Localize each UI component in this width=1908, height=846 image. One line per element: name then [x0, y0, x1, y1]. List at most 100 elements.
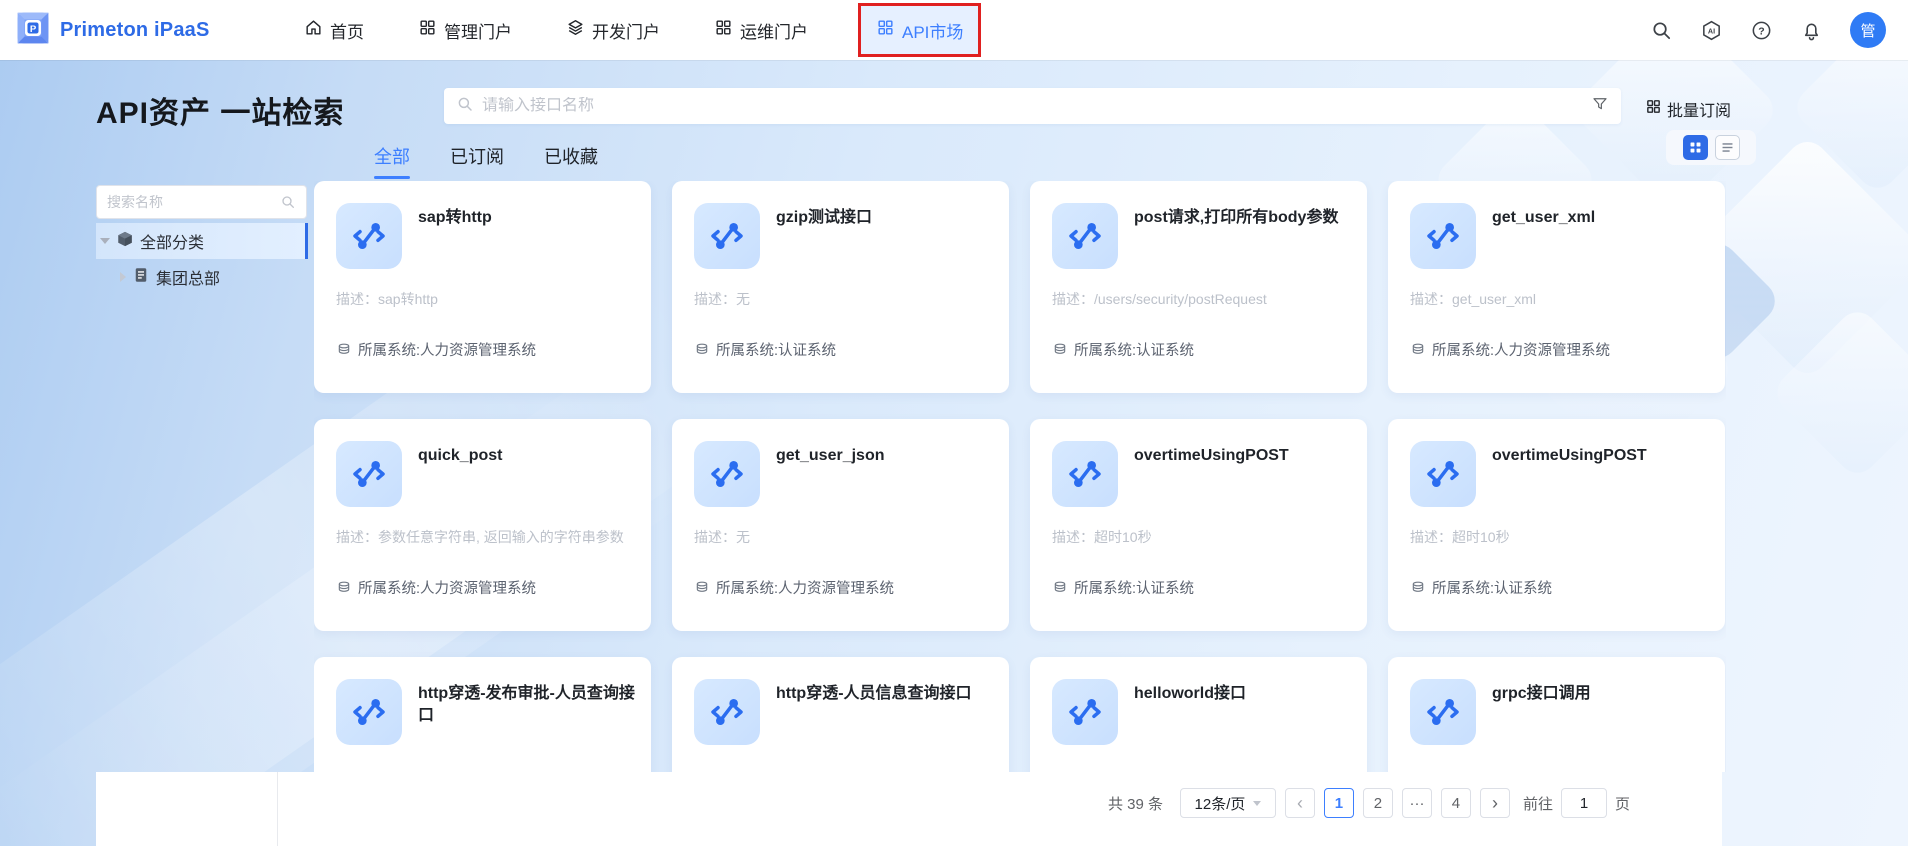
- sidebar-search-input[interactable]: [107, 194, 280, 210]
- bottom-bar: 共 39 条 12条/页 ‹ 1 2 ··· 4 › 前往 页: [96, 772, 1722, 846]
- api-card[interactable]: post请求,打印所有body参数 描述：/users/security/pos…: [1030, 181, 1367, 393]
- prev-page-button[interactable]: ‹: [1284, 788, 1315, 818]
- api-card-title: get_user_json: [776, 447, 885, 464]
- database-icon: [1054, 581, 1066, 592]
- api-card-description: 描述：/users/security/postRequest: [1052, 291, 1267, 307]
- api-card[interactable]: gzip测试接口 描述：无 所属系统:认证系统: [672, 181, 1009, 393]
- next-page-button[interactable]: ›: [1479, 788, 1510, 818]
- page-title: API资产 一站检索: [96, 97, 345, 130]
- api-card-system-label: 所属系统:认证系统: [1074, 581, 1195, 597]
- goto-page-input[interactable]: [1560, 788, 1607, 818]
- api-card-grid: sap转http 描述：sap转http 所属系统:人力资源管理系统 gzip测…: [314, 181, 1726, 772]
- page-button-1[interactable]: 1: [1323, 788, 1354, 818]
- api-card-system-label: 所属系统:认证系统: [1432, 581, 1553, 597]
- batch-subscribe-label: 批量订阅: [1667, 103, 1732, 120]
- pagination: 共 39 条 12条/页 ‹ 1 2 ··· 4 › 前往 页: [1108, 788, 1630, 818]
- user-avatar[interactable]: 管: [1850, 12, 1886, 48]
- caret-down-icon[interactable]: [100, 238, 110, 244]
- goto-unit: 页: [1614, 795, 1630, 813]
- api-icon: [336, 203, 402, 269]
- page-button-2[interactable]: 2: [1362, 788, 1393, 818]
- api-card-system: 所属系统:人力资源管理系统: [336, 339, 637, 360]
- brand-logo: P Primeton iPaaS: [0, 11, 280, 50]
- filter-funnel-icon[interactable]: [1591, 95, 1609, 118]
- card-view-icon[interactable]: [1682, 135, 1708, 160]
- api-card-title: post请求,打印所有body参数: [1134, 209, 1339, 226]
- api-card-system-label: 所属系统:认证系统: [1074, 343, 1195, 359]
- api-card[interactable]: get_user_xml 描述：get_user_xml 所属系统:人力资源管理…: [1388, 181, 1725, 393]
- help-icon[interactable]: ?: [1750, 19, 1773, 42]
- api-card-title: grpc接口调用: [1492, 685, 1591, 702]
- batch-subscribe-button[interactable]: 批量订阅: [1645, 97, 1731, 121]
- database-icon: [1412, 343, 1424, 354]
- api-card-title: gzip测试接口: [776, 209, 872, 226]
- api-card-system-label: 所属系统:人力资源管理系统: [1432, 343, 1611, 359]
- category-tree: 全部分类 集团总部: [96, 223, 308, 295]
- nav-item-label: 开发门户: [592, 22, 660, 42]
- page-button-4[interactable]: 4: [1440, 788, 1471, 818]
- api-card-description: 描述：get_user_xml: [1410, 291, 1537, 307]
- api-card-title: helloworld接口: [1134, 685, 1247, 702]
- api-card[interactable]: sap转http 描述：sap转http 所属系统:人力资源管理系统: [314, 181, 651, 393]
- api-icon: [1052, 679, 1118, 745]
- nav-item-api-market[interactable]: API市场: [858, 3, 982, 57]
- api-icon: [336, 441, 402, 507]
- api-card[interactable]: helloworld接口: [1030, 657, 1367, 772]
- ai-assistant-icon[interactable]: AI: [1700, 19, 1723, 42]
- page-ellipsis[interactable]: ···: [1401, 788, 1432, 818]
- top-nav: P Primeton iPaaS 首页 管理门户 开发门户 运维门户 API市场…: [0, 0, 1908, 60]
- notification-bell-icon[interactable]: [1800, 19, 1823, 42]
- tree-node-all-categories[interactable]: 全部分类: [96, 223, 308, 259]
- nav-item-label: 首页: [330, 22, 364, 42]
- app-grid-icon: [418, 18, 437, 42]
- api-card-system-label: 所属系统:人力资源管理系统: [716, 581, 895, 597]
- api-card-title: overtimeUsingPOST: [1492, 447, 1647, 464]
- document-icon: [132, 266, 150, 289]
- caret-right-icon[interactable]: [120, 272, 126, 282]
- api-card-system: 所属系统:认证系统: [694, 339, 995, 360]
- api-icon: [1410, 679, 1476, 745]
- tree-node-label: 全部分类: [140, 235, 205, 252]
- api-card[interactable]: get_user_json 描述：无 所属系统:人力资源管理系统: [672, 419, 1009, 631]
- api-search-input[interactable]: [482, 97, 1591, 115]
- api-card[interactable]: quick_post 描述：参数任意字符串, 返回输入的字符串参数 所属系统:人…: [314, 419, 651, 631]
- api-card[interactable]: http穿透-发布审批-人员查询接口: [314, 657, 651, 772]
- api-card[interactable]: grpc接口调用: [1388, 657, 1725, 772]
- api-card[interactable]: overtimeUsingPOST 描述：超时10秒 所属系统:认证系统: [1388, 419, 1725, 631]
- tab-favorites[interactable]: 已收藏: [544, 143, 598, 179]
- api-icon: [1410, 203, 1476, 269]
- search-icon[interactable]: [1650, 19, 1673, 42]
- api-card-system: 所属系统:人力资源管理系统: [336, 577, 637, 598]
- tab-all[interactable]: 全部: [374, 143, 410, 179]
- goto-label: 前往: [1522, 795, 1553, 813]
- svg-text:AI: AI: [1708, 27, 1715, 35]
- tab-bar: 全部 已订阅 已收藏: [374, 143, 598, 179]
- nav-item-dev-portal[interactable]: 开发门户: [562, 3, 664, 57]
- search-icon: [282, 196, 294, 208]
- nav-item-home[interactable]: 首页: [300, 3, 368, 57]
- nav-item-admin-portal[interactable]: 管理门户: [414, 3, 516, 57]
- nav-actions: AI ? 管: [1650, 12, 1908, 48]
- nav-item-label: API市场: [902, 22, 964, 42]
- pagination-total: 共 39 条: [1107, 795, 1163, 813]
- nav-item-ops-portal[interactable]: 运维门户: [710, 3, 812, 57]
- category-sidebar: 全部分类 集团总部: [96, 185, 308, 295]
- app-grid-icon: [714, 18, 733, 42]
- api-icon: [694, 203, 760, 269]
- tree-node-group-hq[interactable]: 集团总部: [96, 259, 307, 295]
- api-icon: [1052, 203, 1118, 269]
- main-menu: 首页 管理门户 开发门户 运维门户 API市场: [300, 3, 982, 57]
- api-card-description: 描述：sap转http: [336, 291, 438, 307]
- api-card[interactable]: http穿透-人员信息查询接口: [672, 657, 1009, 772]
- view-toggle: [1666, 130, 1756, 165]
- api-card-system: 所属系统:认证系统: [1052, 577, 1353, 598]
- page-size-select[interactable]: 12条/页: [1179, 788, 1276, 818]
- home-icon: [304, 18, 323, 42]
- database-icon: [1054, 343, 1066, 354]
- tab-subscribed[interactable]: 已订阅: [450, 143, 504, 179]
- list-view-icon[interactable]: [1714, 135, 1740, 160]
- api-icon: [694, 441, 760, 507]
- api-card[interactable]: overtimeUsingPOST 描述：超时10秒 所属系统:认证系统: [1030, 419, 1367, 631]
- api-icon: [1052, 441, 1118, 507]
- nav-item-label: 运维门户: [740, 22, 808, 42]
